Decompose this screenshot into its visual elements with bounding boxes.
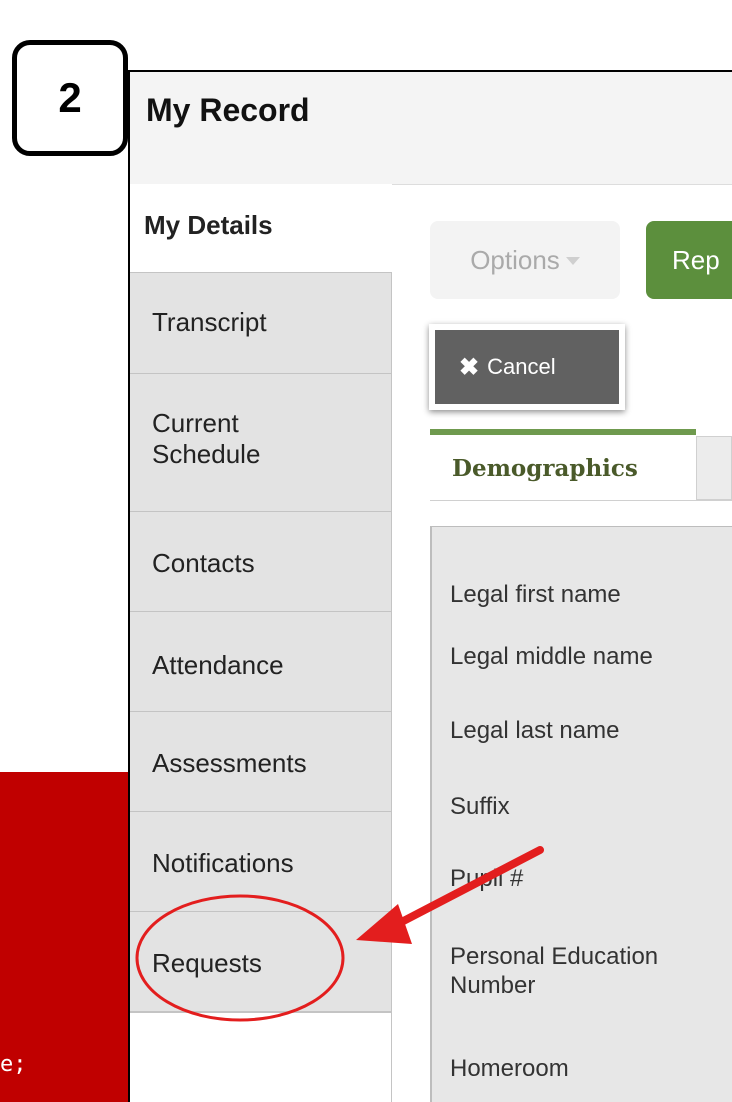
sidebar-item-label: Assessments [152, 748, 307, 778]
sidebar-empty-area [130, 1012, 392, 1102]
chevron-down-icon [565, 257, 580, 265]
close-icon: ✖ [459, 353, 480, 381]
sidebar-item-label: Attendance [152, 650, 284, 680]
sidebar-item-transcript[interactable]: Transcript [130, 272, 392, 374]
sidebar-item-current-schedule[interactable]: Current Schedule [130, 374, 392, 512]
sidebar-item-attendance[interactable]: Attendance [130, 612, 392, 712]
cancel-button[interactable]: ✖ Cancel [435, 330, 619, 404]
field-label-homeroom: Homeroom [450, 1055, 569, 1082]
tab-label: Demographics [452, 454, 638, 482]
tab-demographics[interactable]: Demographics [430, 429, 696, 501]
sidebar-item-requests[interactable]: Requests [130, 912, 392, 1012]
sidebar-item-notifications[interactable]: Notifications [130, 812, 392, 912]
field-label-legal-first-name: Legal first name [450, 581, 621, 608]
field-label-pupil-number: Pupil # [450, 865, 524, 892]
sidebar-item-label: Contacts [152, 548, 255, 578]
background-panel-text: e; [0, 1052, 27, 1077]
tab-divider [430, 500, 732, 501]
page-header: My Record [130, 72, 732, 185]
field-label-legal-last-name: Legal last name [450, 717, 620, 744]
sidebar-item-label: Transcript [152, 307, 267, 337]
tab-next[interactable] [696, 436, 732, 500]
cancel-label: Cancel [487, 354, 556, 379]
reports-button[interactable]: Rep [646, 221, 732, 299]
demographics-form: Legal first name Legal middle name Legal… [430, 526, 732, 1102]
options-dropdown-button[interactable]: Options [430, 221, 620, 299]
sidebar-item-my-details[interactable]: My Details [130, 184, 392, 272]
field-label-personal-education-number: Personal Education Number [450, 943, 659, 999]
reports-label: Rep [672, 244, 720, 275]
step-number-badge: 2 [12, 40, 128, 156]
sidebar-item-contacts[interactable]: Contacts [130, 512, 392, 612]
sidebar-item-label: Requests [152, 948, 262, 978]
sidebar-item-assessments[interactable]: Assessments [130, 712, 392, 812]
field-label-legal-middle-name: Legal middle name [450, 643, 653, 670]
sidebar: My Details Transcript Current Schedule C… [130, 184, 392, 1102]
sidebar-item-label: Current Schedule [152, 408, 261, 470]
cancel-button-container: ✖ Cancel [429, 324, 625, 410]
page-title: My Record [146, 92, 310, 128]
options-label: Options [470, 244, 560, 275]
sidebar-item-label: My Details [144, 210, 273, 240]
sidebar-item-label: Notifications [152, 848, 294, 878]
field-label-suffix: Suffix [450, 793, 510, 820]
